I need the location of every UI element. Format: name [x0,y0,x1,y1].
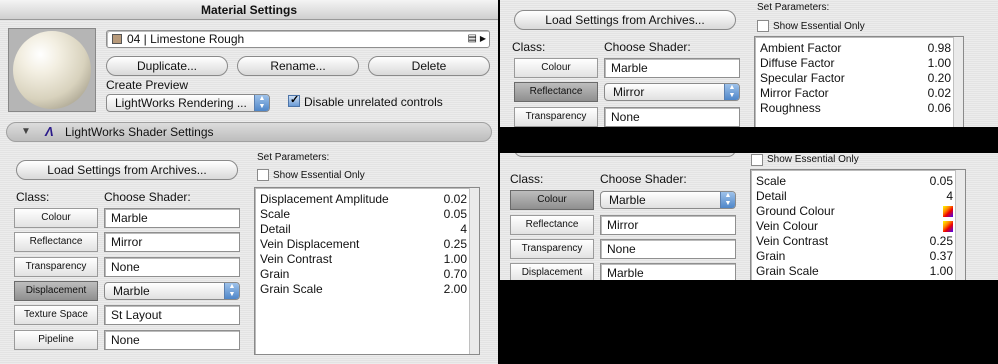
shader-reflectance-select[interactable]: Mirror ▲ ▼ [604,83,740,101]
select-arrows-icon: ▲ ▼ [224,283,239,299]
class-label: Class: [512,40,546,54]
shader-colour-select[interactable]: Marble ▲ ▼ [600,191,736,209]
create-preview-label: Create Preview [106,78,189,92]
class-colour-button[interactable]: Colour [510,190,594,210]
load-settings-button[interactable]: Load Settings from Archives... [514,10,736,30]
window-title: Material Settings [0,0,498,20]
select-arrows-icon: ▲ ▼ [720,192,735,208]
class-reflectance-button[interactable]: Reflectance [510,215,594,235]
list-item[interactable]: Roughness 0.06 [760,101,951,116]
parameters-list[interactable]: Ambient Factor 0.98 Diffuse Factor 1.00 Sp… [754,36,964,127]
shader-displacement-field[interactable]: Marble [600,263,736,280]
list-item[interactable]: Detail 4 [756,189,953,204]
disable-unrelated-label: Disable unrelated controls [304,95,443,109]
list-item[interactable]: Grain Scale 1.00 [756,264,953,279]
show-essential-label: Show Essential Only [273,170,365,181]
material-name: 04 | Limestone Rough [127,32,245,46]
shader-pipeline-field[interactable]: None [104,330,240,350]
list-item[interactable]: Grain 0.70 [260,267,467,282]
shader-transparency-field[interactable]: None [104,257,240,277]
preview-renderer-select[interactable]: LightWorks Rendering ... ▲ ▼ [106,94,270,112]
load-settings-button[interactable]: Load Settings from Archives... [16,160,238,180]
class-reflectance-button[interactable]: Reflectance [514,82,598,102]
list-item[interactable]: Vein Displacement 0.25 [260,237,467,252]
show-essential-checkbox[interactable] [751,154,763,166]
disable-unrelated-checkbox[interactable] [288,93,300,107]
preview-renderer-value: LightWorks Rendering ... [115,96,247,110]
delete-button[interactable]: Delete [368,56,490,76]
ground-colour-swatch[interactable] [943,206,953,217]
list-item[interactable]: Mirror Factor 0.02 [760,86,951,101]
list-item[interactable]: Vein Contrast 1.00 [260,252,467,267]
list-item[interactable]: Displacement Amplitude 0.02 [260,192,467,207]
lightworks-logo-icon: Λ [45,124,54,139]
shader-section-header[interactable]: ▼ Λ LightWorks Shader Settings [6,122,492,142]
class-colour-button[interactable]: Colour [14,208,98,228]
shader-transparency-field[interactable]: None [600,239,736,259]
cut-off-button-edge [514,153,736,157]
class-displacement-button[interactable]: Displacement [14,281,98,301]
material-color-swatch [112,34,122,44]
rename-button[interactable]: Rename... [237,56,359,76]
parameters-list[interactable]: Displacement Amplitude 0.02 Scale 0.05 Det… [254,187,480,355]
class-transparency-button[interactable]: Transparency [514,107,598,127]
shader-displacement-value: Marble [113,284,150,298]
reflectance-shader-panel: Load Settings from Archives... Set Param… [500,0,998,127]
show-essential-checkbox[interactable] [257,169,269,181]
parameters-list[interactable]: Scale 0.05 Detail 4 Ground Colour Vein Col… [750,169,966,280]
choose-shader-label: Choose Shader: [600,172,687,186]
select-arrows-icon: ▲ ▼ [254,95,269,111]
collapse-triangle-icon[interactable]: ▼ [21,126,31,137]
parameters-scrollbar[interactable] [955,170,965,280]
list-item[interactable]: Grain Scale 2.00 [260,282,467,297]
document-icon: ▤ [467,33,477,44]
set-parameters-label: Set Parameters: [257,152,330,163]
material-preview-sphere [8,28,96,112]
vein-colour-swatch[interactable] [943,221,953,232]
shader-texture-space-field[interactable]: St Layout [104,305,240,325]
shader-colour-field[interactable]: Marble [104,208,240,228]
shader-transparency-field[interactable]: None [604,107,740,127]
list-item[interactable]: Detail 4 [260,222,467,237]
class-transparency-button[interactable]: Transparency [14,257,98,277]
list-item[interactable]: Grain 0.37 [756,249,953,264]
choose-shader-label: Choose Shader: [104,190,191,204]
parameters-scrollbar[interactable] [469,188,479,354]
show-essential-checkbox[interactable] [757,20,769,32]
list-item[interactable]: Diffuse Factor 1.00 [760,56,951,71]
set-parameters-label: Set Parameters: [757,2,830,13]
select-arrows-icon: ▲ ▼ [724,84,739,100]
disclosure-arrow-icon: ▶ [479,34,486,43]
class-label: Class: [16,190,50,204]
class-displacement-button[interactable]: Displacement [510,263,594,280]
list-item[interactable]: Vein Colour [756,219,953,234]
choose-shader-label: Choose Shader: [604,40,691,54]
colour-shader-panel: Show Essential Only Class: Choose Shader… [500,153,998,280]
list-item[interactable]: Specular Factor 0.20 [760,71,951,86]
class-reflectance-button[interactable]: Reflectance [14,232,98,252]
parameters-scrollbar[interactable] [953,37,963,127]
class-transparency-button[interactable]: Transparency [510,239,594,259]
shader-colour-field[interactable]: Marble [604,58,740,78]
shader-reflectance-field[interactable]: Mirror [600,215,736,235]
duplicate-button[interactable]: Duplicate... [106,56,228,76]
list-item[interactable]: Vein Contrast 0.25 [756,234,953,249]
shader-reflectance-field[interactable]: Mirror [104,232,240,252]
list-item[interactable]: Scale 0.05 [260,207,467,222]
class-colour-button[interactable]: Colour [514,58,598,78]
shader-colour-value: Marble [609,193,646,207]
show-essential-label: Show Essential Only [767,154,859,165]
list-item[interactable]: Ground Colour [756,204,953,219]
shader-displacement-select[interactable]: Marble ▲ ▼ [104,282,240,300]
list-item[interactable]: Scale 0.05 [756,174,953,189]
shader-reflectance-value: Mirror [613,85,645,99]
material-settings-window: Material Settings 04 | Limestone Rough ▤… [0,0,498,364]
shader-section-title: LightWorks Shader Settings [65,125,214,139]
class-texture-space-button[interactable]: Texture Space [14,305,98,325]
class-pipeline-button[interactable]: Pipeline [14,330,98,350]
class-label: Class: [510,172,544,186]
material-name-field[interactable]: 04 | Limestone Rough ▤ ▶ [106,30,490,48]
list-item[interactable]: Ambient Factor 0.98 [760,41,951,56]
show-essential-label: Show Essential Only [773,21,865,32]
